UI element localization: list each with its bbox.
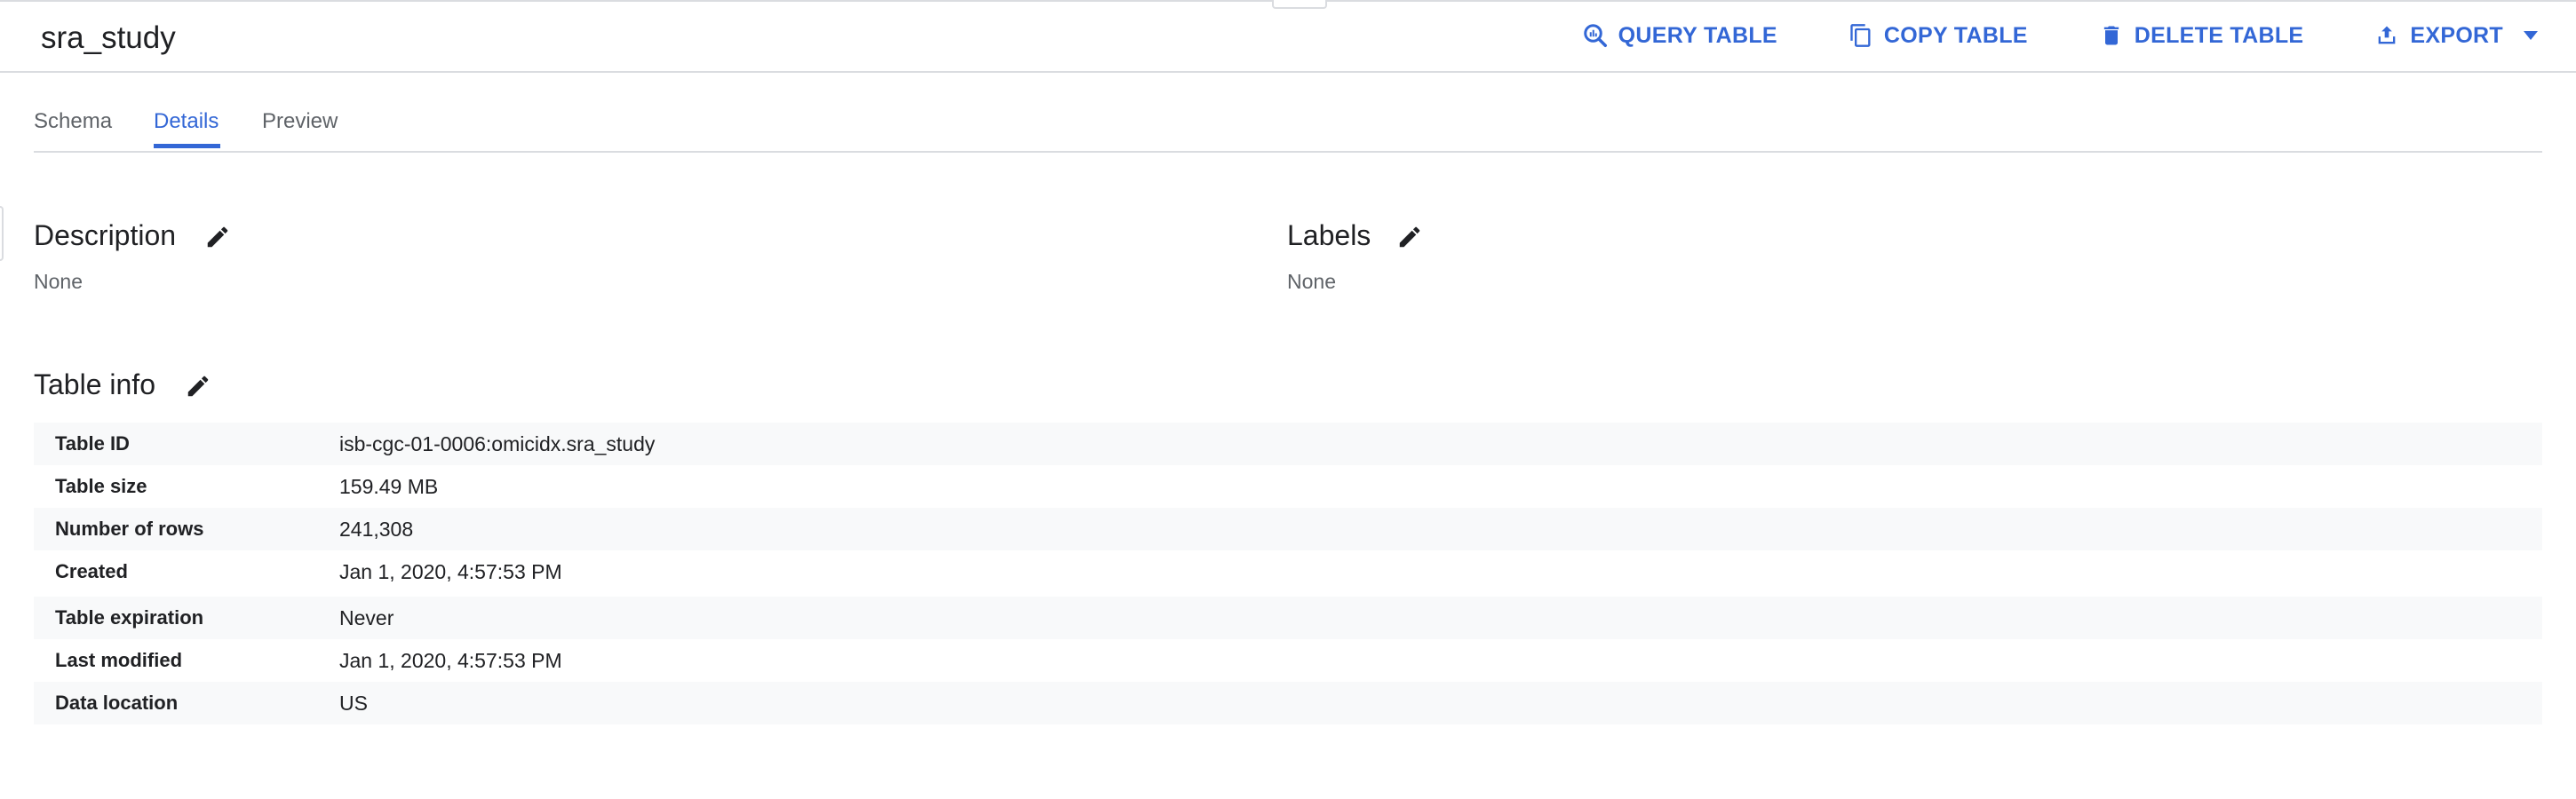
- table-row: Number of rows 241,308: [34, 508, 2542, 550]
- table-row: Data location US: [34, 682, 2542, 724]
- info-value: Jan 1, 2020, 4:57:53 PM: [339, 648, 562, 672]
- edit-table-info-icon[interactable]: [185, 373, 211, 400]
- table-title: sra_study: [41, 20, 176, 55]
- edit-labels-icon[interactable]: [1396, 224, 1423, 250]
- table-row: Created Jan 1, 2020, 4:57:53 PM: [34, 550, 2542, 593]
- info-value: Jan 1, 2020, 4:57:53 PM: [339, 559, 562, 583]
- table-row: Table ID isb-cgc-01-0006:omicidx.sra_stu…: [34, 423, 2542, 465]
- info-key: Table size: [55, 475, 147, 497]
- panel-resize-handle[interactable]: [1272, 0, 1327, 9]
- tab-preview[interactable]: Preview: [262, 108, 338, 135]
- labels-value: None: [1287, 270, 1336, 293]
- info-value: 159.49 MB: [339, 474, 439, 498]
- query-table-label: QUERY TABLE: [1618, 22, 1777, 48]
- tab-schema[interactable]: Schema: [34, 108, 112, 135]
- info-key: Created: [55, 560, 128, 582]
- info-value: 241,308: [339, 517, 414, 541]
- table-row: Table size 159.49 MB: [34, 465, 2542, 508]
- table-row: Table expiration Never: [34, 597, 2542, 639]
- query-icon: [1581, 21, 1610, 50]
- export-button[interactable]: EXPORT: [2373, 21, 2544, 50]
- chevron-down-icon[interactable]: [2517, 22, 2544, 49]
- delete-table-button[interactable]: DELETE TABLE: [2097, 21, 2304, 50]
- tab-details[interactable]: Details: [154, 108, 219, 135]
- description-heading: Description: [34, 219, 177, 251]
- info-value: isb-cgc-01-0006:omicidx.sra_study: [339, 431, 656, 455]
- table-header: sra_study QUERY TABLE COPY TABLE DELETE …: [0, 0, 2576, 73]
- info-key: Table expiration: [55, 606, 204, 629]
- table-actions-toolbar: QUERY TABLE COPY TABLE DELETE TABLE EXPO…: [1581, 21, 2544, 50]
- delete-table-label: DELETE TABLE: [2134, 22, 2304, 48]
- active-tab-indicator: [154, 144, 220, 148]
- table-details-page: sra_study QUERY TABLE COPY TABLE DELETE …: [0, 0, 2576, 799]
- copy-icon: [1847, 21, 1875, 50]
- info-key: Data location: [55, 692, 179, 714]
- info-key: Last modified: [55, 649, 183, 671]
- copy-table-label: COPY TABLE: [1883, 22, 2028, 48]
- copy-table-button[interactable]: COPY TABLE: [1847, 21, 2028, 50]
- info-key: Table ID: [55, 432, 130, 455]
- side-panel-toggle[interactable]: [0, 206, 4, 261]
- info-key: Number of rows: [55, 518, 204, 540]
- description-value: None: [34, 270, 83, 293]
- table-info-heading: Table info: [34, 368, 155, 400]
- edit-description-icon[interactable]: [204, 224, 231, 250]
- info-value: US: [339, 691, 368, 715]
- query-table-button[interactable]: QUERY TABLE: [1581, 21, 1777, 50]
- upload-icon: [2373, 21, 2401, 50]
- info-value: Never: [339, 605, 394, 629]
- labels-heading: Labels: [1287, 219, 1371, 251]
- trash-icon: [2097, 21, 2126, 50]
- export-label: EXPORT: [2410, 22, 2503, 48]
- table-row: Last modified Jan 1, 2020, 4:57:53 PM: [34, 639, 2542, 682]
- details-tabs: Schema Details Preview: [34, 73, 2542, 153]
